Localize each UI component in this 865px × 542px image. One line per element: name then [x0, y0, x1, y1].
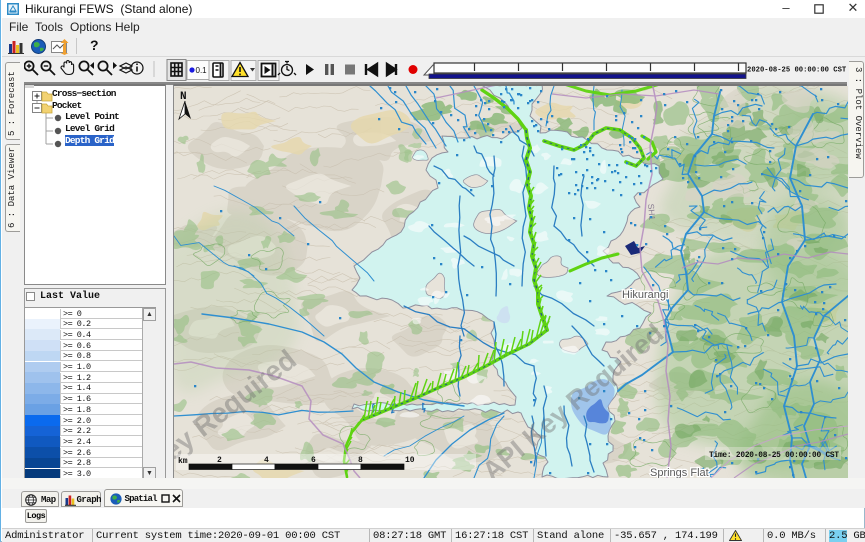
- svg-text:6: 6: [311, 456, 316, 465]
- svg-text:4: 4: [264, 456, 269, 465]
- svg-text:km: km: [178, 457, 188, 466]
- svg-text:N: N: [180, 91, 187, 103]
- svg-text:0.1: 0.1: [196, 66, 208, 75]
- svg-text:Springs Flat: Springs Flat: [650, 467, 709, 478]
- svg-text:2: 2: [217, 456, 222, 465]
- svg-text:Hikurangi: Hikurangi: [622, 289, 668, 301]
- svg-text:10: 10: [405, 456, 415, 465]
- svg-text:Time: 2020-08-25 00:00:00 CST: Time: 2020-08-25 00:00:00 CST: [709, 452, 839, 460]
- svg-text:2020-08-25 00:00:00 CST: 2020-08-25 00:00:00 CST: [747, 67, 847, 75]
- svg-text:8: 8: [358, 456, 363, 465]
